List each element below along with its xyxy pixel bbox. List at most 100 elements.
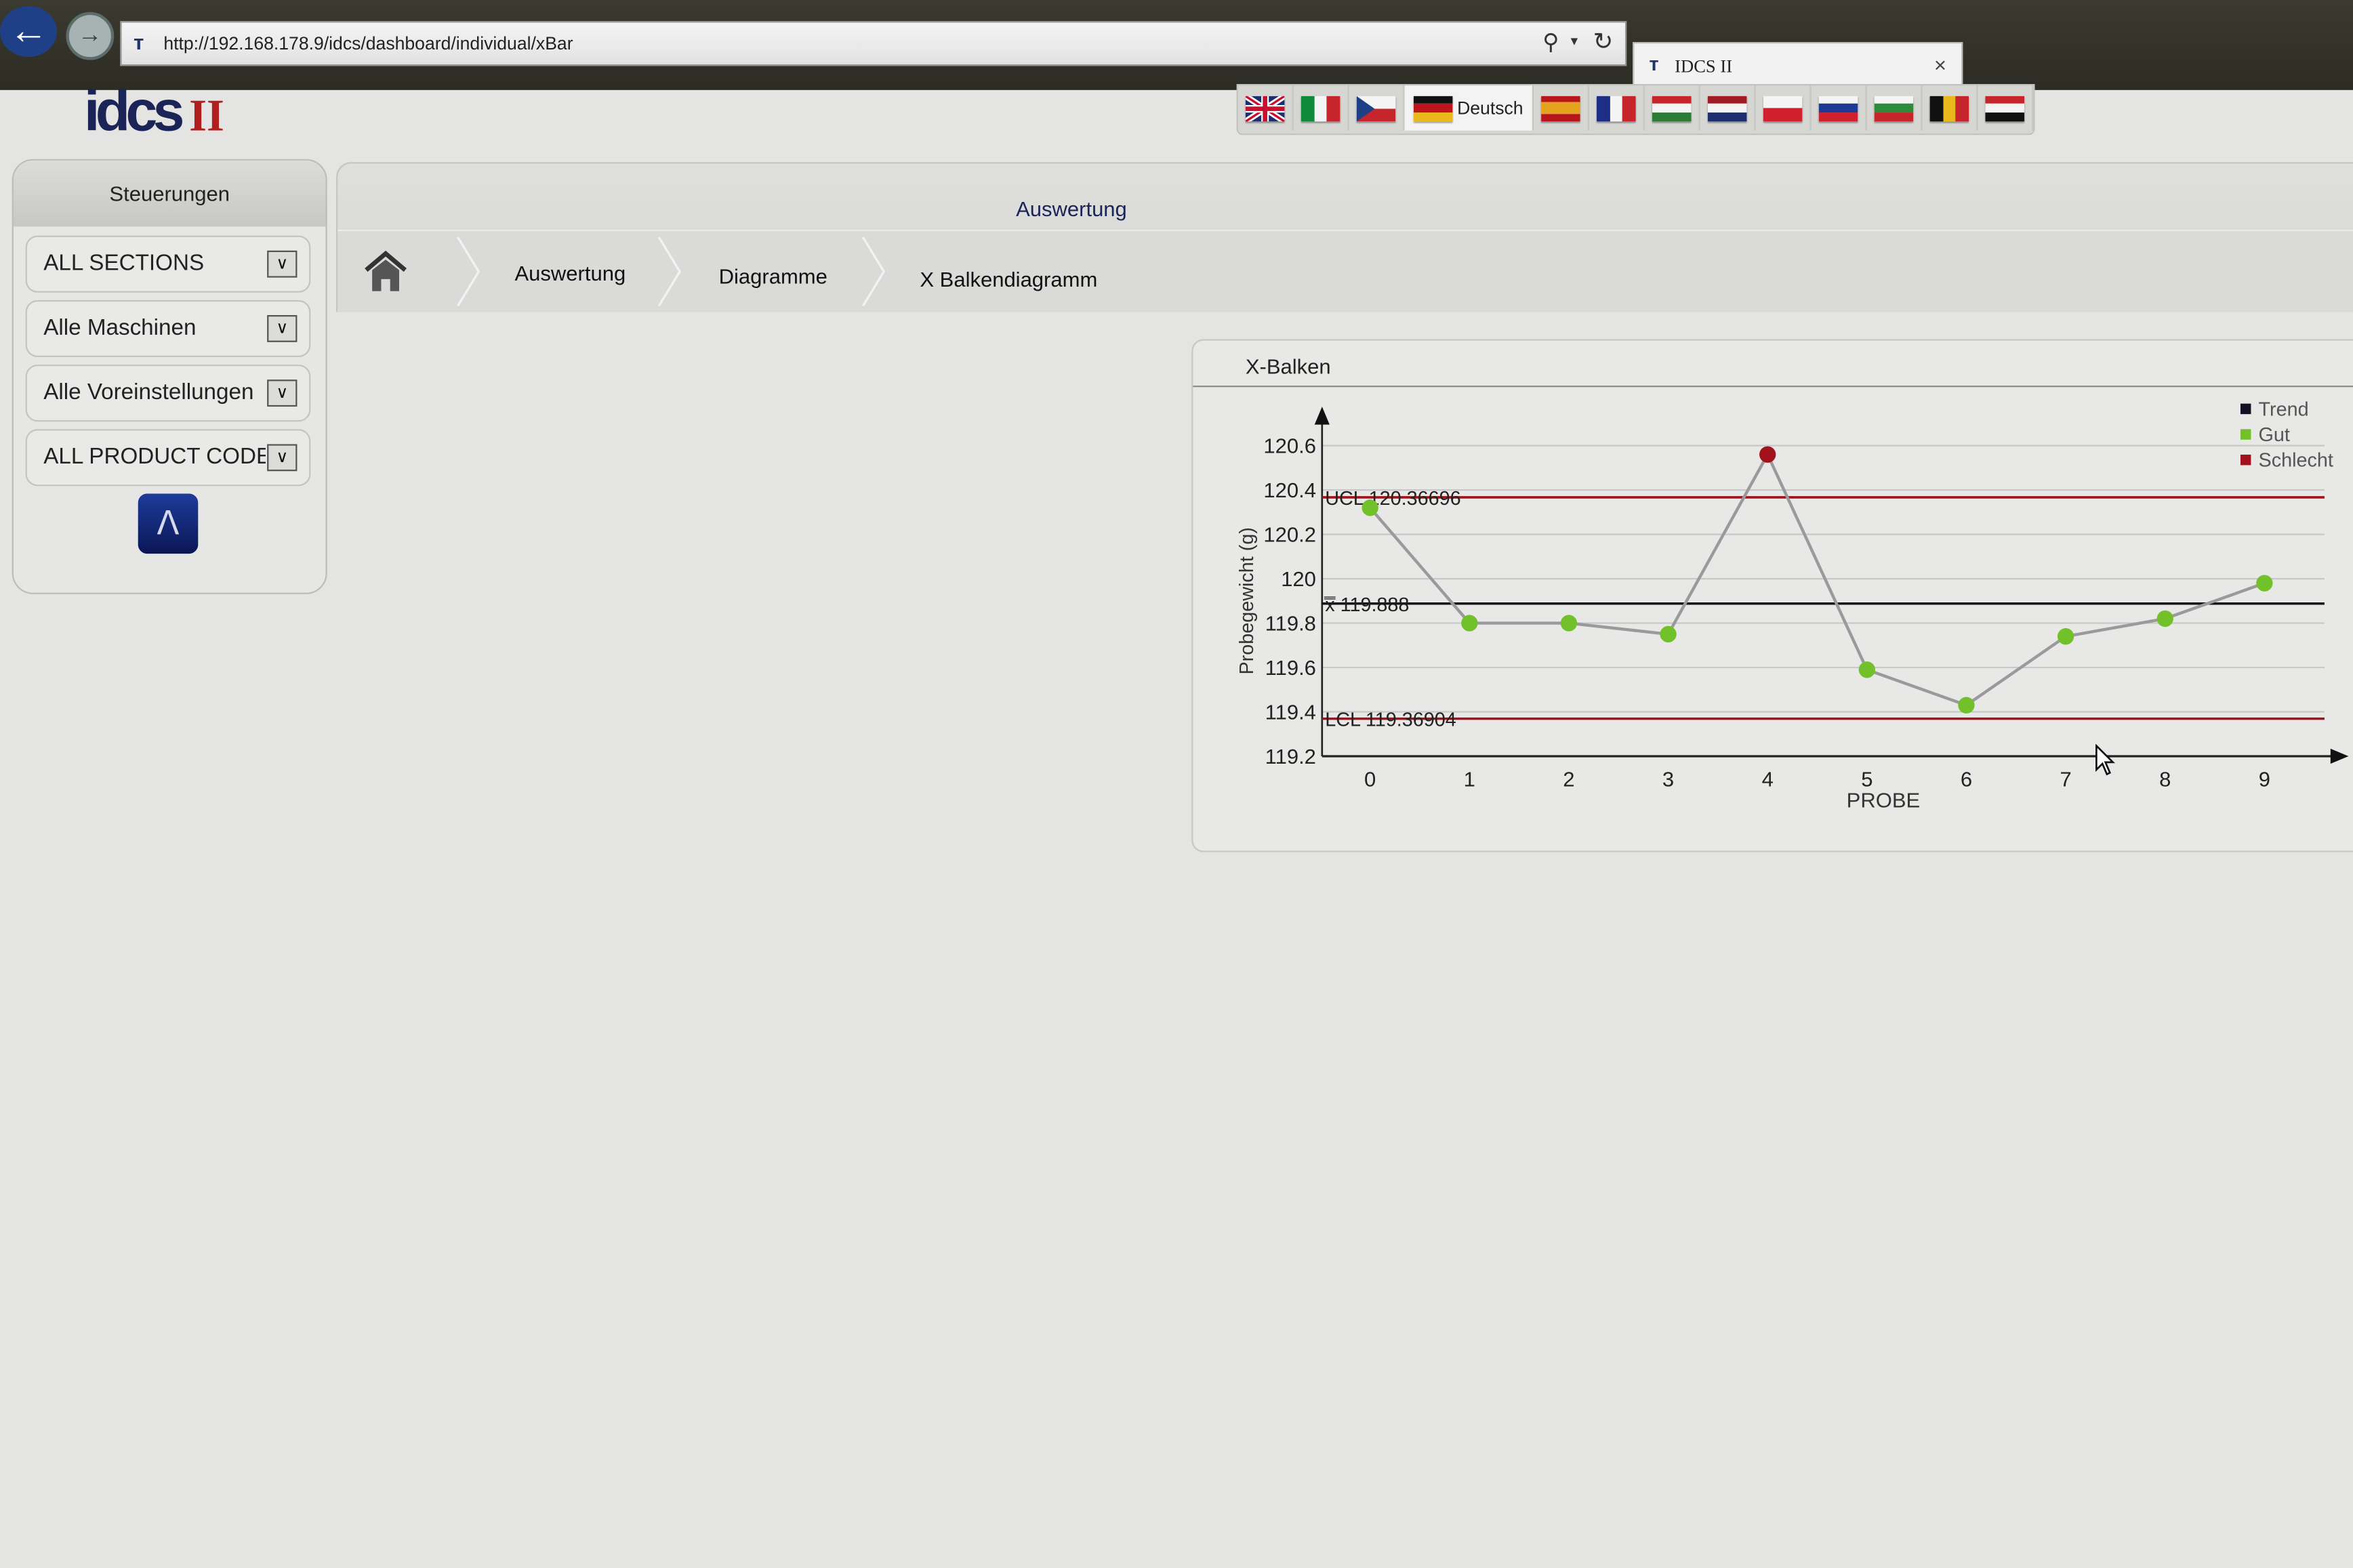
flag-eg-icon — [1985, 95, 2025, 121]
section-select-value: ALL SECTIONS — [43, 250, 205, 276]
language-it-button[interactable] — [1294, 85, 1349, 131]
data-point-good[interactable] — [1958, 697, 1975, 714]
flag-cz-icon — [1356, 95, 1396, 121]
panel-header: X-Balken — [1193, 341, 2353, 388]
data-point-good[interactable] — [2256, 575, 2273, 592]
language-selector: Deutsch — [1236, 84, 2035, 136]
address-bar[interactable]: ᴛ http://192.168.178.9/idcs/dashboard/in… — [120, 21, 1627, 66]
data-point-good[interactable] — [1560, 615, 1578, 632]
data-point-bad[interactable] — [1759, 446, 1776, 463]
chevron-down-icon[interactable]: ∨ — [267, 250, 298, 278]
breadcrumb-item-diagramme[interactable]: Diagramme — [719, 264, 827, 288]
data-point-good[interactable] — [2156, 610, 2173, 627]
forward-button[interactable]: → — [66, 12, 115, 60]
breadcrumb-item-auswertung[interactable]: Auswertung — [515, 261, 626, 285]
home-icon[interactable] — [362, 249, 410, 294]
back-button[interactable]: ← — [0, 5, 58, 58]
flag-pl-icon — [1763, 95, 1803, 121]
legend-label-trend: Trend — [2259, 398, 2309, 420]
breadcrumb: Auswertung Diagramme X Balkendiagramm — [337, 229, 2353, 312]
url-text[interactable]: http://192.168.178.9/idcs/dashboard/indi… — [163, 33, 573, 54]
legend-swatch-trend — [2240, 403, 2251, 415]
language-pl-button[interactable] — [1756, 85, 1812, 131]
chevron-down-icon[interactable]: ∨ — [267, 444, 298, 472]
xbar-chart-panel: X-Balken 119.2 119.4 119.6 119.8 120 120.2 120… — [1191, 339, 2353, 852]
preset-select-value: Alle Voreinstellungen — [43, 379, 254, 405]
flag-hu-icon — [1652, 95, 1692, 121]
refresh-icon[interactable]: ↻ — [1593, 27, 1614, 57]
breadcrumb-item-x-balkendiagramm: X Balkendiagramm — [920, 267, 1098, 291]
flag-en-icon — [1245, 95, 1285, 121]
preset-select[interactable]: Alle Voreinstellungen ∨ — [25, 365, 311, 422]
data-point-good[interactable] — [2057, 628, 2074, 645]
language-bg-button[interactable] — [1867, 85, 1923, 131]
legend-swatch-schlecht — [2240, 454, 2251, 466]
main-header: Auswertung Auswertung Diagramme X Balken… — [336, 162, 2353, 312]
y-axis-arrow-icon — [1314, 407, 1330, 425]
language-eg-button[interactable] — [1978, 85, 2034, 131]
y-tick-label: 120.2 — [1263, 523, 1316, 547]
language-cz-button[interactable] — [1349, 85, 1405, 131]
y-tick-label: 119.2 — [1265, 745, 1316, 768]
data-point-good[interactable] — [1858, 661, 1876, 678]
panel-title: X-Balken — [1245, 354, 1331, 379]
y-tick-label: 120.6 — [1263, 434, 1316, 458]
data-point-good[interactable] — [1362, 499, 1378, 516]
flag-be-icon — [1929, 95, 1969, 121]
language-es-button[interactable] — [1534, 85, 1589, 131]
reference-label-mean: x̿ 119.888 — [1324, 594, 1409, 616]
data-point-good[interactable] — [1660, 625, 1677, 643]
flag-fr-icon — [1597, 95, 1636, 121]
flag-de-icon — [1413, 95, 1453, 121]
pdf-export-button[interactable]: ᐱ — [138, 493, 199, 554]
language-en-button[interactable] — [1238, 85, 1294, 131]
language-fr-button[interactable] — [1589, 85, 1645, 131]
y-tick-label: 119.4 — [1265, 701, 1316, 724]
dropdown-icon[interactable]: ▼ — [1568, 35, 1580, 48]
arrow-left-icon: ← — [9, 7, 48, 53]
x-tick-label: 9 — [2259, 767, 2270, 791]
section-select[interactable]: ALL SECTIONS ∨ — [25, 235, 311, 293]
x-tick-label: 0 — [1364, 767, 1376, 791]
app-logo: idcs II — [84, 81, 224, 146]
product-code-select[interactable]: ALL PRODUCT CODES ∨ — [25, 429, 311, 487]
browser-tab[interactable]: ᴛ IDCS II × — [1633, 42, 1963, 87]
legend-label-schlecht: Schlecht — [2259, 450, 2333, 472]
language-hu-button[interactable] — [1645, 85, 1700, 131]
y-axis-label: Probegewicht (g) — [1236, 527, 1258, 674]
browser-toolbar: ← → ᴛ http://192.168.178.9/idcs/dashboar… — [0, 0, 2353, 90]
search-icon[interactable]: ⚲ — [1542, 28, 1559, 56]
flag-ru-icon — [1818, 95, 1858, 121]
legend-label-gut: Gut — [2259, 424, 2290, 446]
x-tick-label: 4 — [1762, 767, 1774, 791]
y-tick-label: 120.4 — [1263, 478, 1316, 502]
page-title: Auswertung — [1016, 197, 1127, 221]
tab-close-button[interactable]: × — [1934, 53, 1946, 77]
machine-select-value: Alle Maschinen — [43, 315, 197, 341]
sidebar-title: Steuerungen — [13, 160, 326, 227]
tab-favicon-icon: ᴛ — [1649, 52, 1659, 75]
y-tick-label: 119.8 — [1265, 612, 1316, 636]
language-be-button[interactable] — [1923, 85, 1978, 131]
breadcrumb-separator — [657, 236, 682, 306]
flag-es-icon — [1541, 95, 1580, 121]
language-nl-button[interactable] — [1700, 85, 1756, 131]
logo-text: idcs — [84, 81, 184, 144]
x-tick-label: 5 — [1861, 767, 1873, 791]
logo-roman: II — [189, 91, 224, 142]
legend-swatch-gut — [2240, 429, 2251, 440]
data-point-good[interactable] — [1461, 615, 1478, 632]
breadcrumb-separator — [456, 236, 480, 306]
chevron-down-icon[interactable]: ∨ — [267, 315, 298, 342]
sidebar-controls: Steuerungen ALL SECTIONS ∨ Alle Maschine… — [12, 159, 327, 594]
language-ru-button[interactable] — [1812, 85, 1867, 131]
x-tick-label: 2 — [1563, 767, 1574, 791]
machine-select[interactable]: Alle Maschinen ∨ — [25, 300, 311, 358]
site-favicon-icon: ᴛ — [134, 30, 144, 54]
chevron-down-icon[interactable]: ∨ — [267, 379, 298, 407]
reference-label-lcl: LCL 119.36904 — [1325, 709, 1456, 731]
language-de-button[interactable]: Deutsch — [1404, 85, 1534, 131]
arrow-right-icon: → — [78, 22, 102, 48]
x-tick-label: 1 — [1464, 767, 1475, 791]
x-tick-label: 7 — [2060, 767, 2071, 791]
